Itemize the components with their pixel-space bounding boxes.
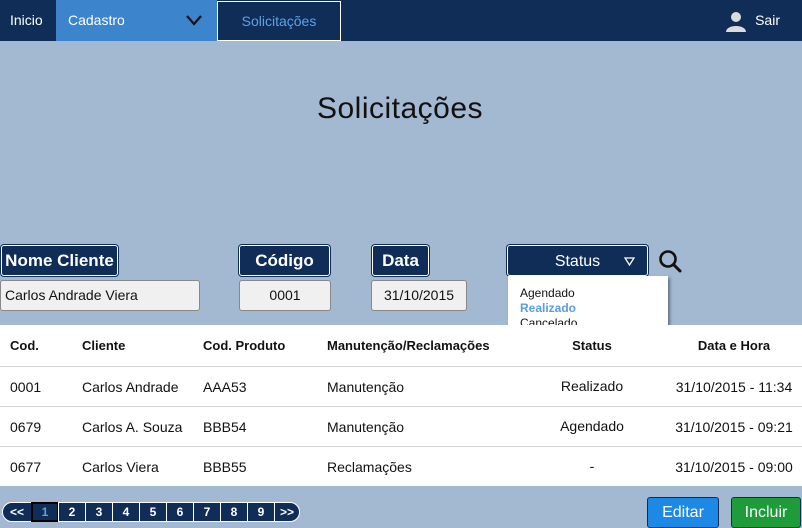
cell-cod-produto: BBB55 (203, 459, 247, 475)
status-option-realizado[interactable]: Realizado (520, 301, 668, 316)
chevron-down-icon (186, 15, 202, 26)
nome-cliente-input[interactable]: Carlos Andrade Viera (0, 280, 200, 311)
filter-label-nome-cliente: Nome Cliente (1, 245, 118, 276)
column-header-manutencao[interactable]: Manutenção/Reclamações (327, 325, 490, 365)
cell-status: Realizado (560, 378, 624, 394)
logout-label: Sair (755, 12, 780, 28)
pagination-page-8[interactable]: 8 (220, 502, 248, 522)
pagination-page-5[interactable]: 5 (139, 502, 167, 522)
search-icon[interactable] (657, 248, 683, 274)
cell-status: Agendado (560, 418, 624, 434)
page-title: Solicitações (316, 92, 484, 125)
pagination-prev[interactable]: << (2, 502, 32, 522)
pagination-next[interactable]: >> (274, 502, 300, 522)
pagination-page-1[interactable]: 1 (31, 502, 59, 522)
data-input[interactable]: 31/10/2015 (371, 280, 467, 311)
table-header-row: Cod. Cliente Cod. Produto Manutenção/Rec… (0, 325, 802, 366)
codigo-input[interactable]: 0001 (239, 280, 331, 311)
column-header-status[interactable]: Status (546, 325, 638, 365)
cell-data-hora: 31/10/2015 - 09:00 (675, 459, 793, 475)
status-select[interactable]: Status (507, 245, 648, 276)
nav-cadastro-label: Cadastro (68, 12, 125, 28)
filter-label-codigo: Código (239, 245, 330, 276)
pagination-page-9[interactable]: 9 (247, 502, 275, 522)
cell-cod: 0677 (10, 459, 42, 475)
requests-table: Cod. Cliente Cod. Produto Manutenção/Rec… (0, 325, 802, 486)
cell-cod: 0001 (10, 379, 42, 395)
pagination: << 1 2 3 4 5 6 7 8 9 >> (2, 502, 300, 522)
cell-cod-produto: AAA53 (203, 379, 247, 395)
column-header-cliente[interactable]: Cliente (82, 325, 125, 365)
pagination-page-4[interactable]: 4 (112, 502, 140, 522)
filter-label-data: Data (372, 245, 429, 276)
caret-down-icon (624, 257, 635, 266)
pagination-page-3[interactable]: 3 (85, 502, 113, 522)
add-button[interactable]: Incluir (731, 497, 801, 528)
cell-data-hora: 31/10/2015 - 11:34 (675, 379, 793, 395)
table-row[interactable]: 0677 Carlos Viera BBB55 Reclamações - 31… (0, 446, 802, 487)
table-row[interactable]: 0679 Carlos A. Souza BBB54 Manutenção Ag… (0, 406, 802, 447)
status-select-label: Status (554, 253, 601, 270)
cell-manutencao: Manutenção (327, 419, 405, 435)
cell-cliente: Carlos Viera (82, 459, 159, 475)
edit-button[interactable]: Editar (647, 497, 719, 528)
user-icon (726, 11, 747, 32)
cell-cliente: Carlos A. Souza (82, 419, 183, 435)
column-header-cod-produto[interactable]: Cod. Produto (203, 325, 285, 365)
status-option-agendado[interactable]: Agendado (520, 286, 668, 301)
cell-cod-produto: BBB54 (203, 419, 247, 435)
pagination-page-7[interactable]: 7 (193, 502, 221, 522)
pagination-page-6[interactable]: 6 (166, 502, 194, 522)
table-row[interactable]: 0001 Carlos Andrade AAA53 Manutenção Rea… (0, 366, 802, 407)
pagination-page-2[interactable]: 2 (58, 502, 86, 522)
cell-cod: 0679 (10, 419, 42, 435)
column-header-cod[interactable]: Cod. (10, 325, 39, 365)
nav-cadastro-dropdown[interactable]: Cadastro (56, 0, 217, 41)
cell-manutencao: Reclamações (327, 459, 412, 475)
cell-manutencao: Manutenção (327, 379, 405, 395)
logout-button[interactable]: Sair (725, 0, 780, 41)
column-header-data-hora[interactable]: Data e Hora (666, 325, 802, 365)
cell-status: - (589, 458, 595, 474)
nav-inicio[interactable]: Inicio (0, 0, 56, 41)
cell-data-hora: 31/10/2015 - 09:21 (675, 419, 793, 435)
cell-cliente: Carlos Andrade (82, 379, 179, 395)
nav-solicitacoes[interactable]: Solicitações (217, 1, 341, 41)
